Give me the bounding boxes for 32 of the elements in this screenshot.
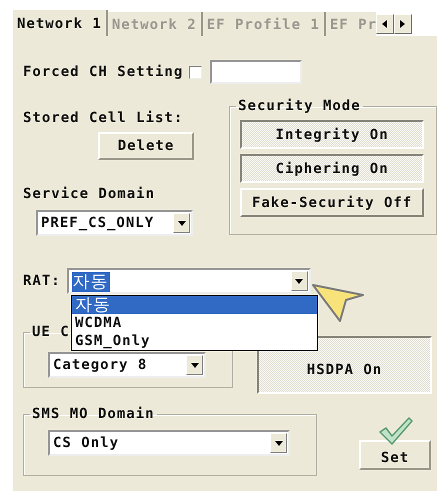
set-button[interactable]: Set [359, 440, 431, 470]
rat-label: RAT: [23, 273, 61, 289]
delete-button[interactable]: Delete [98, 132, 194, 160]
sms-mo-domain-title: SMS MO Domain [32, 406, 155, 422]
sms-mo-domain-dropdown[interactable]: CS Only [48, 430, 290, 456]
dropdown-option[interactable]: 자동 [72, 296, 317, 314]
toggle-button[interactable]: Integrity On [240, 120, 424, 149]
rat-dropdown[interactable]: 자동 [66, 268, 311, 294]
caret-icon [274, 440, 282, 446]
toggle-button[interactable]: Ciphering On [240, 154, 424, 183]
service-domain-label: Service Domain [23, 186, 156, 202]
forced-ch-label: Forced CH Setting [23, 64, 184, 80]
ue-category-title: UE C [32, 324, 70, 340]
scroll-left-button[interactable] [376, 14, 394, 34]
left-arrow-icon [381, 20, 388, 28]
tab[interactable]: Network 1 [12, 10, 108, 36]
check-icon [378, 416, 414, 446]
ue-category-dropdown[interactable]: Category 8 [48, 352, 206, 378]
caret-icon [190, 362, 198, 368]
scroll-right-button[interactable] [394, 14, 412, 34]
hsdpa-button[interactable]: HSDPA On [257, 336, 432, 394]
service-domain-dropdown[interactable]: PREF_CS_ONLY [36, 210, 193, 236]
caret-icon [178, 220, 186, 226]
toggle-button[interactable]: Fake-Security Off [240, 188, 424, 217]
pointer-icon [310, 282, 366, 324]
input-field[interactable] [210, 60, 302, 84]
stored-cell-list-label: Stored Cell List: [23, 110, 184, 126]
dropdown-option[interactable]: WCDMA [72, 314, 317, 332]
caret-icon [295, 278, 304, 284]
security-mode-title: Security Mode [238, 98, 361, 114]
checkbox[interactable] [189, 66, 202, 78]
right-arrow-icon [399, 20, 406, 28]
